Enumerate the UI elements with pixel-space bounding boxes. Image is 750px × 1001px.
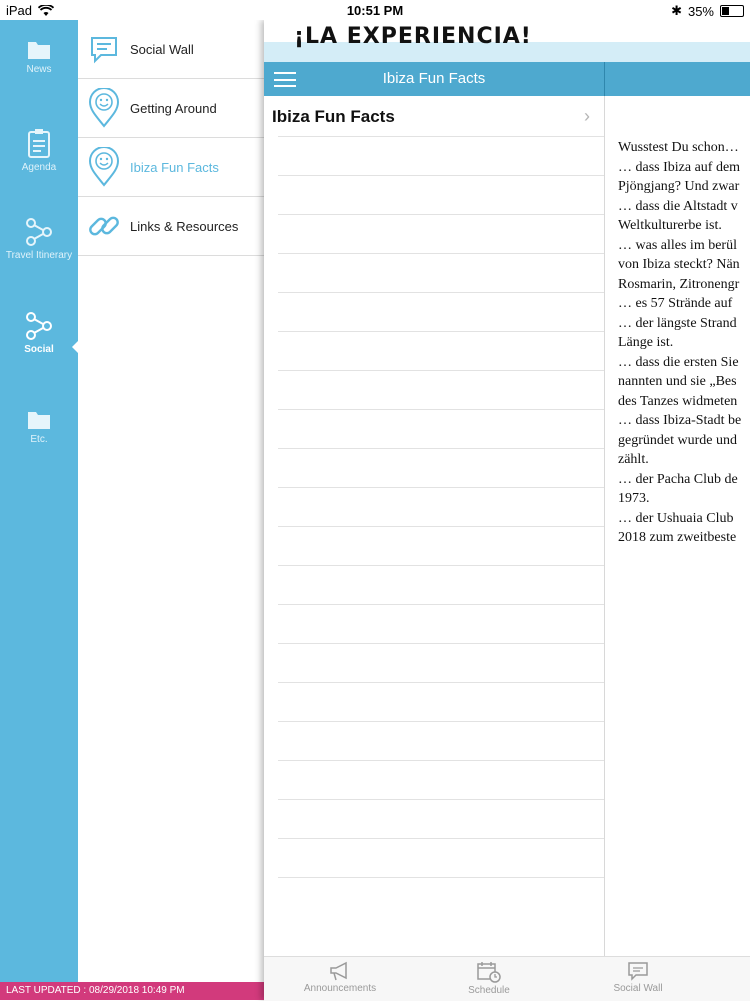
- battery-icon: [720, 5, 744, 17]
- list-separator: [278, 448, 604, 449]
- detail-line: Wusstest Du schon…: [618, 140, 739, 155]
- detail-line: zählt.: [618, 452, 649, 467]
- detail-line: Weltkulturerbe ist.: [618, 218, 722, 233]
- last-updated-bar: LAST UPDATED : 08/29/2018 10:49 PM: [0, 982, 264, 1000]
- list-separator: [278, 370, 604, 371]
- list-separator: [278, 877, 604, 878]
- nav-bar: Ibiza Fun Facts: [264, 62, 750, 96]
- detail-line: … dass die ersten Sie: [618, 354, 739, 370]
- detail-line: 1973.: [618, 491, 650, 506]
- detail-line: Länge ist.: [618, 335, 674, 350]
- list-separator: [278, 487, 604, 488]
- chat-bubble-icon: [628, 962, 648, 981]
- tab-label: Social Wall: [613, 983, 663, 994]
- list-separator: [278, 565, 604, 566]
- submenu-label: Social Wall: [130, 41, 194, 57]
- detail-line: … dass die Altstadt v: [618, 198, 738, 214]
- logo-header: ¡LA EXPERIENCIA!: [264, 20, 750, 62]
- submenu-label: Links & Resources: [130, 218, 239, 234]
- rail-item-travel-itinerary[interactable]: Travel Itinerary: [0, 218, 78, 261]
- social-submenu: Social Wall Getting Around Ibiza Fun Fac…: [78, 20, 264, 982]
- list-separator: [278, 409, 604, 410]
- list-separator: [278, 175, 604, 176]
- nav-divider: [604, 62, 605, 96]
- list-separator: [278, 682, 604, 683]
- calendar-clock-icon: [477, 962, 501, 983]
- detail-line: … der längste Strand: [618, 315, 737, 331]
- fact-detail-text: Wusstest Du schon… … dass Ibiza auf dem Pj…: [618, 138, 750, 548]
- app-logo: ¡LA EXPERIENCIA!: [294, 24, 532, 49]
- list-separator: [278, 721, 604, 722]
- list-separator: [278, 136, 604, 137]
- chat-bubble-icon: [91, 37, 117, 64]
- detail-line: … es 57 Strände auf: [618, 296, 733, 311]
- rail-item-label: Etc.: [30, 434, 48, 445]
- submenu-label: Ibiza Fun Facts: [130, 159, 219, 175]
- battery-percent: 35%: [687, 3, 714, 19]
- detail-line: Rosmarin, Zitronengr: [618, 276, 740, 292]
- list-separator: [278, 838, 604, 839]
- detail-line: … dass Ibiza auf dem: [618, 159, 741, 175]
- list-separator: [278, 331, 604, 332]
- rail-item-label: Travel Itinerary: [5, 250, 73, 261]
- rail-item-label: Agenda: [21, 162, 57, 173]
- main-nav-rail: News Agenda Travel Itinerary Social Etc.: [0, 20, 79, 982]
- submenu-item-social-wall[interactable]: Social Wall: [78, 20, 264, 79]
- rail-item-etc[interactable]: Etc.: [0, 408, 78, 445]
- content-panel: ¡LA EXPERIENCIA! Ibiza Fun Facts Ibiza F…: [264, 20, 750, 1001]
- detail-line: Pjöngjang? Und zwar: [618, 179, 740, 194]
- clipboard-icon: [28, 129, 50, 158]
- rail-item-label: Social: [24, 344, 54, 355]
- share-nodes-icon: [26, 218, 52, 246]
- list-separator: [278, 760, 604, 761]
- chevron-right-icon: ›: [584, 106, 590, 126]
- link-icon: [89, 216, 119, 236]
- list-separator: [278, 253, 604, 254]
- submenu-item-getting-around[interactable]: Getting Around: [78, 79, 264, 138]
- list-item[interactable]: Ibiza Fun Facts ›: [264, 96, 604, 136]
- share-nodes-icon: [26, 312, 52, 340]
- detail-line: … was alles im berül: [618, 237, 737, 253]
- list-separator: [278, 292, 604, 293]
- tab-label: Schedule: [468, 985, 510, 996]
- list-separator: [278, 214, 604, 215]
- tab-announcements[interactable]: Announcements: [280, 961, 400, 994]
- folder-icon: [28, 42, 50, 59]
- submenu-label: Getting Around: [130, 100, 217, 116]
- detail-line: von Ibiza steckt? Nän: [618, 257, 740, 272]
- rail-item-social[interactable]: Social: [0, 312, 78, 355]
- rail-item-agenda[interactable]: Agenda: [0, 128, 78, 173]
- tab-schedule[interactable]: Schedule: [429, 961, 549, 996]
- rail-item-news[interactable]: News: [0, 38, 78, 75]
- list-separator: [278, 799, 604, 800]
- list-separator: [278, 604, 604, 605]
- bluetooth-icon: ✱: [671, 3, 682, 18]
- list-item-label: Ibiza Fun Facts: [272, 107, 395, 126]
- detail-line: … der Ushuaia Club: [618, 510, 734, 526]
- tab-social-wall[interactable]: Social Wall: [578, 961, 698, 994]
- status-bar: iPad 10:51 PM ✱ 35%: [0, 0, 750, 20]
- folder-icon: [28, 412, 50, 429]
- detail-line: des Tanzes widmeten: [618, 393, 738, 409]
- fact-list: Ibiza Fun Facts ›: [264, 96, 605, 956]
- detail-line: nannten und sie „Bes: [618, 374, 737, 389]
- list-separator: [278, 643, 604, 644]
- status-time: 10:51 PM: [346, 3, 404, 18]
- submenu-item-ibiza-fun-facts[interactable]: Ibiza Fun Facts: [78, 138, 264, 197]
- detail-line: 2018 zum zweitbeste: [618, 530, 737, 545]
- tab-bar: Announcements Schedule Social Wall: [264, 956, 750, 1001]
- detail-line: gegründet wurde und: [618, 432, 737, 448]
- list-separator: [278, 526, 604, 527]
- location-pin-smile-icon: [88, 147, 120, 187]
- megaphone-icon: [330, 961, 347, 981]
- rail-item-label: News: [26, 64, 52, 75]
- page-title: Ibiza Fun Facts: [382, 70, 486, 87]
- location-pin-smile-icon: [88, 88, 120, 128]
- tab-label: Announcements: [303, 983, 377, 994]
- detail-line: … der Pacha Club de: [618, 471, 738, 487]
- detail-line: … dass Ibiza-Stadt be: [618, 413, 742, 428]
- submenu-item-links-resources[interactable]: Links & Resources: [78, 197, 264, 256]
